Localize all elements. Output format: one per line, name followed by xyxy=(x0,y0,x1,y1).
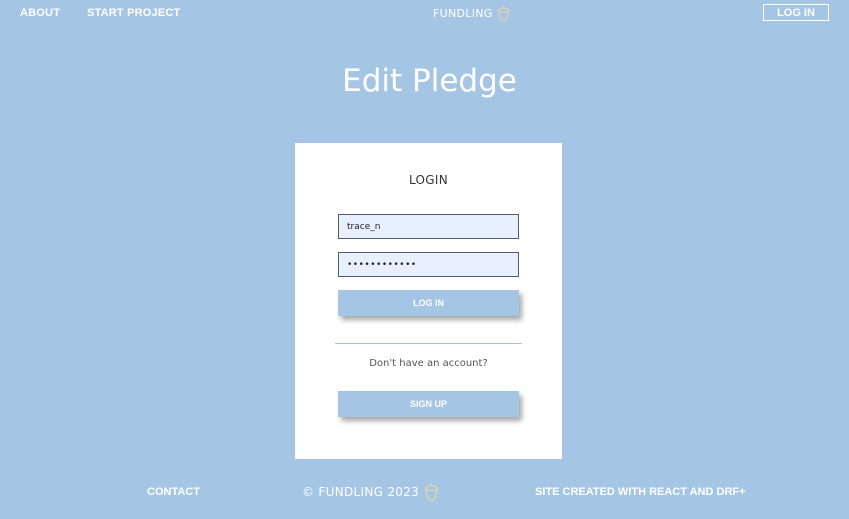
page-title: Edit Pledge xyxy=(342,63,517,99)
nav-about-link[interactable]: ABOUT xyxy=(20,7,60,19)
nav-start-project-link[interactable]: START PROJECT xyxy=(87,7,180,19)
footer-contact-link[interactable]: CONTACT xyxy=(147,486,200,498)
footer-copyright: © FUNDLING 2023 xyxy=(302,482,439,502)
password-field[interactable] xyxy=(338,252,519,277)
footer-credit-text: SITE CREATED WITH REACT AND DRF+ xyxy=(535,486,746,498)
login-submit-button[interactable]: LOG IN xyxy=(338,290,519,316)
brand-name: FUNDLING xyxy=(433,7,493,20)
login-card: LOGIN LOG IN Don't have an account? SIGN… xyxy=(295,143,562,459)
nav-login-button[interactable]: LOG IN xyxy=(763,4,829,21)
signup-button[interactable]: SIGN UP xyxy=(338,391,519,417)
top-nav: ABOUT START PROJECT FUNDLING LOG IN xyxy=(0,0,849,28)
login-form-title: LOGIN xyxy=(408,173,449,187)
brand-logo[interactable]: FUNDLING xyxy=(433,5,510,22)
form-divider xyxy=(335,343,522,344)
footer-copyright-text: © FUNDLING 2023 xyxy=(302,485,420,499)
acorn-icon xyxy=(424,482,439,502)
acorn-icon xyxy=(497,5,510,22)
username-field[interactable] xyxy=(338,214,519,239)
no-account-text: Don't have an account? xyxy=(369,358,488,369)
